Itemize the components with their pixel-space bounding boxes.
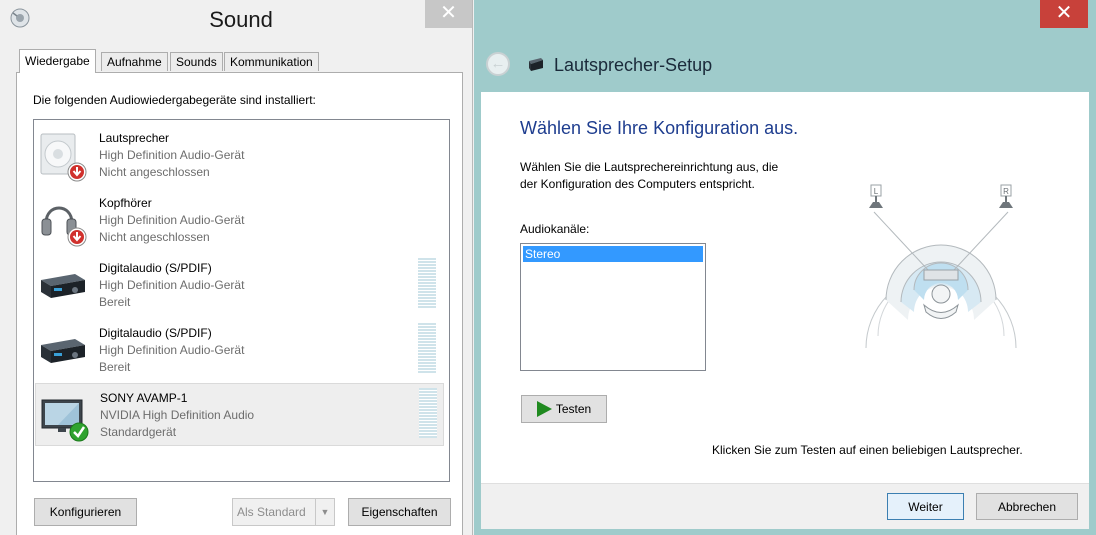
device-name: Digitalaudio (S/PDIF) [99,261,212,275]
set-default-dropdown-button[interactable]: Als Standard ▼ [232,498,335,526]
device-name: Kopfhörer [99,196,152,210]
properties-button[interactable]: Eigenschaften [348,498,451,526]
audio-channels-label: Audiokanäle: [520,222,590,236]
volume-meter [419,388,437,438]
right-speaker-icon[interactable]: R [999,184,1013,208]
monitor-icon [41,399,89,442]
headphones-icon [41,206,87,247]
device-item[interactable]: Digitalaudio (S/PDIF) High Definition Au… [35,254,444,317]
channel-option-stereo[interactable]: Stereo [523,246,703,262]
tab-kommunikation[interactable]: Kommunikation [224,52,319,71]
device-item[interactable]: Digitalaudio (S/PDIF) High Definition Au… [35,319,444,382]
device-driver: High Definition Audio-Gerät [99,278,245,292]
devices-heading: Die folgenden Audiowiedergabegeräte sind… [33,93,316,107]
device-item-selected[interactable]: SONY AVAMP-1 NVIDIA High Definition Audi… [35,383,444,446]
volume-meter [418,258,436,308]
device-driver: High Definition Audio-Gerät [99,148,245,162]
sound-titlebar: Sound ✕ [0,0,473,42]
config-description-line: der Konfiguration des Computers entspric… [520,177,755,191]
chevron-down-icon[interactable]: ▼ [315,499,334,525]
device-name: Digitalaudio (S/PDIF) [99,326,212,340]
play-icon [536,400,552,417]
configure-button[interactable]: Konfigurieren [34,498,137,526]
set-default-label: Als Standard [237,505,306,519]
properties-button-label: Eigenschaften [361,505,438,519]
wizard-content: Wählen Sie Ihre Konfiguration aus. Wähle… [481,92,1089,483]
device-status: Nicht angeschlossen [99,165,210,179]
cancel-button[interactable]: Abbrechen [976,493,1078,520]
device-item[interactable]: Lautsprecher High Definition Audio-Gerät… [35,124,444,187]
device-item[interactable]: Kopfhörer High Definition Audio-Gerät Ni… [35,189,444,252]
tab-wiedergabe[interactable]: Wiedergabe [19,49,96,73]
speaker-icon [40,133,87,182]
wizard-footer: Weiter Abbrechen [481,483,1089,529]
configure-button-label: Konfigurieren [49,505,122,519]
close-button[interactable]: ✕ [1040,0,1088,28]
audio-channels-listbox[interactable]: Stereo [520,243,706,371]
device-driver: High Definition Audio-Gerät [99,213,245,227]
config-heading: Wählen Sie Ihre Konfiguration aus. [520,118,799,138]
test-button-label: Testen [555,402,592,416]
receiver-icon [41,339,85,363]
test-hint-text: Klicken Sie zum Testen auf einen beliebi… [712,443,1023,457]
config-description-line: Wählen Sie die Lautsprechereinrichtung a… [520,160,779,174]
right-speaker-label: R [1003,187,1009,196]
device-status: Bereit [99,295,131,309]
device-status: Bereit [99,360,131,374]
device-driver: NVIDIA High Definition Audio [100,408,255,422]
next-button[interactable]: Weiter [887,493,964,520]
test-button[interactable]: Testen [521,395,607,423]
volume-meter [418,323,436,373]
tab-aufnahme[interactable]: Aufnahme [101,52,168,71]
playback-device-list[interactable]: Lautsprecher High Definition Audio-Gerät… [33,119,450,482]
left-speaker-label: L [874,187,879,196]
speaker-setup-window: ✕ ← Lautsprecher-Setup Wählen Sie Ihre K… [474,0,1096,535]
device-name: SONY AVAMP-1 [100,391,188,405]
device-driver: High Definition Audio-Gerät [99,343,245,357]
cancel-button-label: Abbrechen [997,500,1057,514]
device-status: Nicht angeschlossen [99,230,210,244]
wizard-title: Lautsprecher-Setup [554,55,713,75]
left-speaker-icon[interactable]: L [869,184,883,208]
sound-window: Sound ✕ Wiedergabe Aufnahme Sounds Kommu… [0,0,473,535]
device-status: Standardgerät [100,425,177,439]
device-name: Lautsprecher [99,131,170,145]
sound-window-title: Sound [209,7,273,32]
tab-sounds[interactable]: Sounds [170,52,223,71]
next-button-label: Weiter [908,500,943,514]
speaker-layout-diagram: L R [865,184,1017,349]
back-arrow-icon[interactable]: ← [486,52,510,76]
speaker-setup-icon [529,58,543,71]
close-button[interactable]: ✕ [425,0,472,28]
default-check-icon [69,422,89,442]
receiver-icon [41,274,85,298]
config-description: Wählen Sie die Lautsprechereinrichtung a… [520,159,820,193]
